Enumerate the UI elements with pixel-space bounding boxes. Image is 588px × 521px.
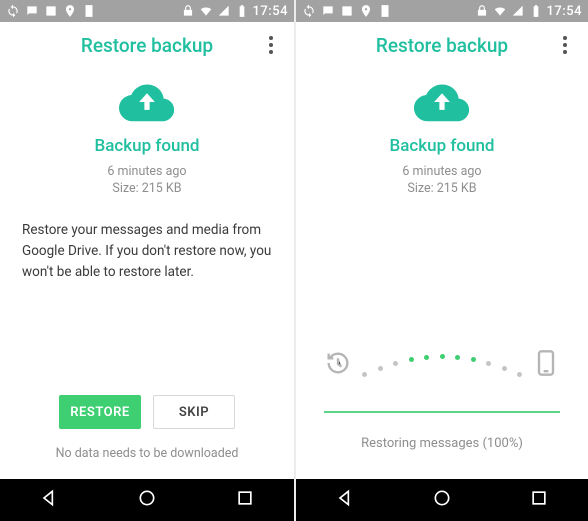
app-header: Restore backup (296, 22, 588, 68)
status-wifi-icon (493, 4, 507, 18)
phone-icon (532, 349, 560, 381)
phone-panel-right: 17:54 Restore backup Backup found 6 minu… (294, 0, 588, 521)
backup-found-title: Backup found (94, 136, 199, 156)
history-icon (324, 349, 352, 381)
status-bar: 17:54 (296, 0, 588, 22)
backup-time: 6 minutes ago (107, 164, 186, 181)
app-header: Restore backup (0, 22, 294, 68)
status-sync-icon (6, 4, 20, 18)
restore-button[interactable]: RESTORE (59, 395, 141, 429)
phone-panel-left: 17:54 Restore backup Backup found 6 minu… (0, 0, 294, 521)
status-signal-icon (511, 4, 525, 18)
status-app-icon (378, 4, 392, 18)
backup-size: Size: 215 KB (402, 181, 481, 198)
nav-home-button[interactable] (137, 488, 157, 512)
overflow-menu-button[interactable] (260, 34, 282, 56)
status-sync-icon (302, 4, 316, 18)
status-image-icon (44, 4, 58, 18)
skip-button[interactable]: SKIP (153, 395, 235, 429)
progress-dots (356, 353, 528, 377)
backup-meta: 6 minutes ago Size: 215 KB (402, 164, 481, 198)
status-image-icon (340, 4, 354, 18)
restore-description: Restore your messages and media from Goo… (22, 220, 272, 283)
status-time: 17:54 (547, 4, 582, 19)
cloud-upload-icon (414, 82, 470, 126)
nav-bar (0, 479, 294, 521)
status-chat-icon (321, 4, 335, 18)
backup-time: 6 minutes ago (402, 164, 481, 181)
footer-note: No data needs to be downloaded (0, 446, 294, 461)
status-wifi-icon (199, 4, 213, 18)
cloud-upload-icon (119, 82, 175, 126)
status-app-icon (82, 4, 96, 18)
header-title: Restore backup (81, 34, 213, 57)
nav-back-button[interactable] (39, 488, 59, 512)
status-vpn-icon (475, 4, 489, 18)
status-chat-icon (25, 4, 39, 18)
nav-back-button[interactable] (335, 488, 355, 512)
nav-home-button[interactable] (432, 488, 452, 512)
header-title: Restore backup (376, 34, 508, 57)
restoring-status: Restoring messages (100%) (296, 436, 588, 451)
status-battery-icon (235, 4, 249, 18)
backup-meta: 6 minutes ago Size: 215 KB (107, 164, 186, 198)
status-location-icon (359, 4, 373, 18)
nav-recent-button[interactable] (235, 488, 255, 512)
status-time: 17:54 (253, 4, 288, 19)
content-area: Backup found 6 minutes ago Size: 215 KB (296, 68, 588, 479)
status-battery-icon (529, 4, 543, 18)
backup-size: Size: 215 KB (107, 181, 186, 198)
button-row: RESTORE SKIP (0, 395, 294, 429)
transfer-progress-row (296, 349, 588, 381)
status-bar: 17:54 (0, 0, 294, 22)
status-location-icon (63, 4, 77, 18)
nav-recent-button[interactable] (529, 488, 549, 512)
nav-bar (296, 479, 588, 521)
status-vpn-icon (181, 4, 195, 18)
backup-found-title: Backup found (389, 136, 494, 156)
overflow-menu-button[interactable] (554, 34, 576, 56)
status-signal-icon (217, 4, 231, 18)
progress-bar (324, 411, 560, 413)
